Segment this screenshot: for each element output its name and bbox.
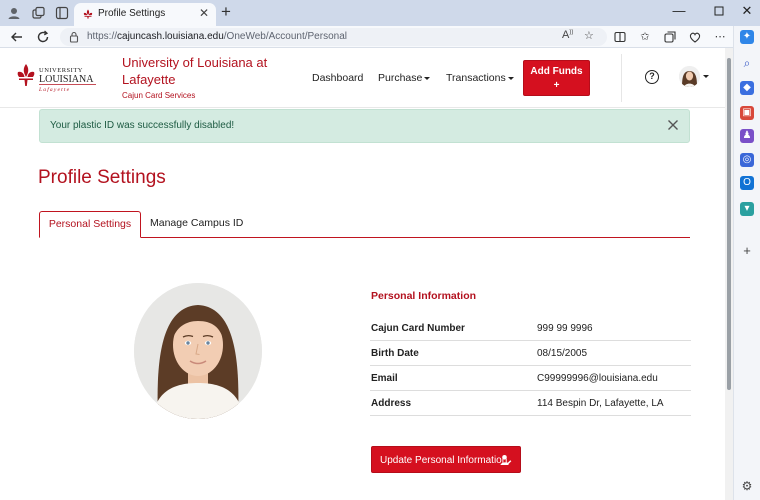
reload-icon[interactable] — [35, 29, 51, 45]
info-value: C99999996@louisiana.edu — [537, 373, 658, 384]
arrow-left-icon[interactable] — [9, 29, 25, 45]
tab-personal-settings[interactable]: Personal Settings — [39, 211, 141, 238]
info-row-email: Email C99999996@louisiana.edu — [370, 366, 691, 391]
favorite-star-icon[interactable]: ☆ — [584, 29, 594, 42]
outlook-icon[interactable]: O — [740, 176, 754, 190]
split-screen-icon[interactable] — [613, 30, 627, 44]
more-menu-icon[interactable]: ⋯ — [713, 30, 727, 44]
info-label: Birth Date — [371, 348, 419, 359]
add-funds-button[interactable]: Add Funds + — [523, 60, 590, 96]
svg-text:Lafayette: Lafayette — [38, 86, 70, 93]
collections-icon[interactable] — [663, 30, 677, 44]
sidebar-settings-gear-icon[interactable]: ⚙ — [740, 479, 754, 493]
read-aloud-icon[interactable]: A)) — [562, 29, 573, 41]
info-row-card-number: Cajun Card Number 999 99 9996 — [370, 316, 691, 341]
page-title: Profile Settings — [38, 167, 166, 188]
user-avatar[interactable] — [679, 66, 700, 87]
new-tab-icon[interactable]: + — [221, 3, 231, 21]
tab-manage-campus-id[interactable]: Manage Campus ID — [150, 217, 243, 229]
nav-dashboard[interactable]: Dashboard — [312, 72, 363, 84]
minimize-icon[interactable]: — — [669, 3, 689, 19]
nav-dashboard-label: Dashboard — [312, 72, 364, 84]
university-logo[interactable]: UNIVERSITY LOUISIANA Lafayette — [16, 62, 100, 96]
fleur-de-lis-favicon-icon — [83, 9, 93, 19]
browser-sidebar: ✦ ⌕ ◆ ▣ ♟ ◎ O ▾ + ⚙ — [733, 26, 760, 500]
alert-message: Your plastic ID was successfully disable… — [50, 120, 235, 131]
svg-text:UNIVERSITY: UNIVERSITY — [39, 67, 83, 74]
add-sidebar-app-icon[interactable]: + — [740, 244, 754, 258]
favorites-icon[interactable]: ✩ — [638, 30, 652, 44]
update-button-label: Update Personal Information — [380, 455, 508, 466]
header-divider — [621, 54, 622, 102]
avatar-caret-down-icon[interactable] — [703, 75, 709, 78]
success-alert: Your plastic ID was successfully disable… — [39, 109, 690, 143]
nav-purchase-label: Purchase — [378, 72, 423, 84]
shopping-tag-icon[interactable]: ◆ — [740, 81, 754, 95]
page-scrollbar-thumb[interactable] — [727, 58, 731, 390]
info-value: 114 Bespin Dr, Lafayette, LA — [537, 398, 664, 409]
profile-photo — [134, 283, 262, 419]
close-tab-icon[interactable]: ✕ — [199, 6, 209, 20]
nav-transactions-label: Transactions — [446, 72, 506, 84]
plus-icon: + — [553, 80, 560, 91]
question-circle-icon[interactable]: ? — [645, 70, 659, 84]
browser-tab-title: Profile Settings — [98, 8, 166, 19]
add-funds-label: Add Funds — [530, 66, 583, 77]
lock-icon[interactable] — [69, 31, 79, 43]
svg-text:LOUISIANA: LOUISIANA — [39, 74, 94, 85]
close-icon[interactable] — [665, 117, 681, 133]
update-personal-information-button[interactable]: Update Personal Information — [371, 446, 521, 473]
info-value: 999 99 9996 — [537, 323, 593, 334]
tools-icon[interactable]: ▣ — [740, 106, 754, 120]
browser-tab-profile-settings[interactable]: Profile Settings ✕ — [74, 3, 216, 26]
personal-information-heading: Personal Information — [371, 290, 477, 302]
info-value: 08/15/2005 — [537, 348, 588, 359]
url-text: https://cajuncash.louisiana.edu/OneWeb/A… — [87, 31, 347, 42]
drop-icon[interactable]: ▾ — [740, 202, 754, 216]
microsoft-365-icon[interactable]: ◎ — [740, 153, 754, 167]
browser-address-bar: https://cajuncash.louisiana.edu/OneWeb/A… — [0, 26, 760, 48]
caret-down-icon — [507, 76, 514, 80]
window-close-icon[interactable]: ✕ — [737, 3, 757, 19]
copilot-icon[interactable]: ✦ — [740, 30, 754, 44]
brand-subtitle: Cajun Card Services — [122, 91, 196, 100]
info-row-address: Address 114 Bespin Dr, Lafayette, LA — [370, 391, 691, 416]
games-icon[interactable]: ♟ — [740, 129, 754, 143]
url-field[interactable]: https://cajuncash.louisiana.edu/OneWeb/A… — [60, 28, 607, 46]
nav-transactions[interactable]: Transactions — [446, 72, 514, 84]
info-row-birth-date: Birth Date 08/15/2005 — [370, 341, 691, 366]
vertical-tabs-icon[interactable] — [54, 5, 70, 21]
profile-icon[interactable] — [6, 5, 22, 21]
user-edit-icon — [500, 455, 512, 465]
browser-tab-bar: Profile Settings ✕ + — ✕ — [0, 0, 760, 26]
nav-purchase[interactable]: Purchase — [378, 72, 431, 84]
info-label: Cajun Card Number — [371, 323, 465, 334]
search-icon[interactable]: ⌕ — [740, 56, 754, 70]
personal-information-table: Cajun Card Number 999 99 9996 Birth Date… — [370, 316, 691, 416]
site-header: UNIVERSITY LOUISIANA Lafayette Universit… — [0, 48, 725, 108]
caret-down-icon — [424, 76, 431, 80]
workspaces-icon[interactable] — [30, 5, 46, 21]
brand-name-line-1: University of Louisiana at — [122, 55, 268, 70]
browser-essentials-icon[interactable] — [688, 30, 702, 44]
info-label: Address — [371, 398, 412, 409]
brand-name-line-2: Lafayette — [122, 72, 176, 87]
info-label: Email — [371, 373, 398, 384]
maximize-icon[interactable] — [709, 3, 729, 20]
